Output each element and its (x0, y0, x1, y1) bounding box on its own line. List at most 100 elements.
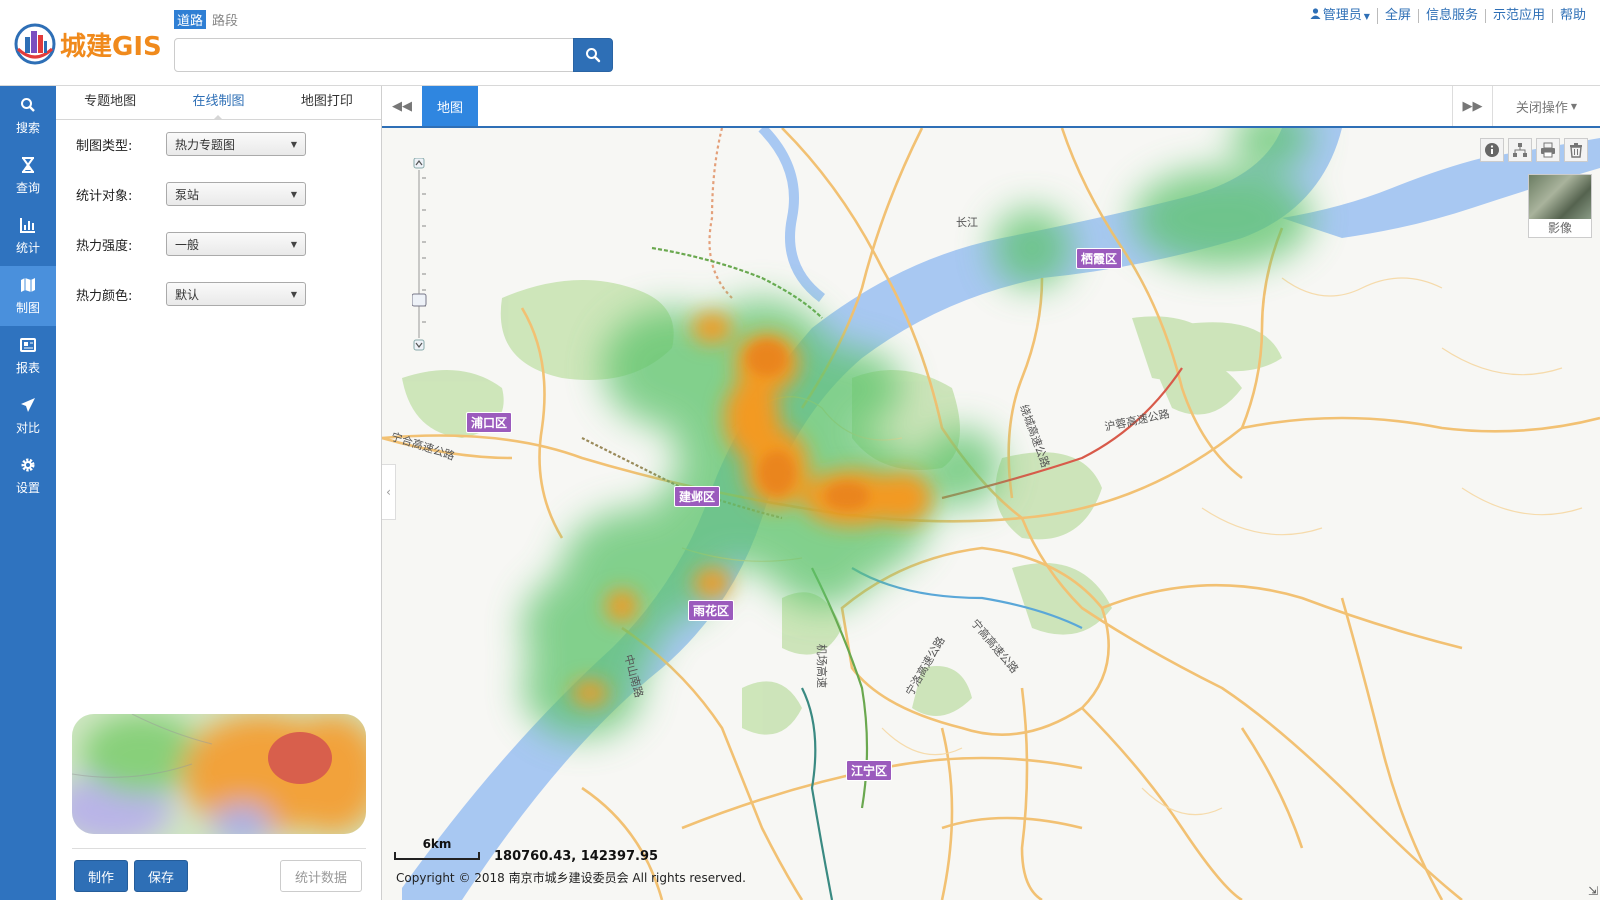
top-links: 管理员 ▼ 全屏 信息服务 示范应用 帮助 (1303, 8, 1586, 24)
heat-intensity-select[interactable]: 一般 ▼ (166, 232, 306, 256)
close-ops-label: 关闭操作 (1515, 100, 1568, 116)
caret-down-icon: ▼ (1570, 101, 1578, 111)
caret-down-icon: ▼ (290, 189, 297, 199)
nav-settings[interactable]: 设置 (0, 446, 56, 506)
user-icon (1310, 8, 1321, 19)
field-stat-object: 统计对象: 泵站 ▼ (76, 182, 306, 206)
field-label: 热力颜色: (76, 288, 133, 304)
info-icon (1485, 143, 1499, 157)
fullscreen-link[interactable]: 全屏 (1378, 9, 1419, 23)
nav-search[interactable]: 搜索 (0, 86, 56, 146)
save-button[interactable]: 保存 (134, 860, 188, 892)
field-label: 热力强度: (76, 238, 133, 254)
map-view[interactable]: 浦口区 栖霞区 建邺区 雨花区 江宁区 长江 宁合高速公路 沪蓉高速公路 绕城高… (382, 128, 1600, 900)
city-logo-icon (14, 23, 56, 65)
print-tool[interactable] (1536, 138, 1560, 162)
stat-object-select[interactable]: 泵站 ▼ (166, 182, 306, 206)
zoom-slider[interactable] (411, 157, 428, 352)
nav-label: 查询 (15, 181, 40, 195)
tab-map[interactable]: 地图 (422, 86, 478, 126)
cursor-coordinates: 180760.43, 142397.95 (494, 849, 659, 864)
gear-icon (19, 456, 37, 474)
field-map-type: 制图类型: 热力专题图 ▼ (76, 132, 306, 156)
search-icon (19, 96, 37, 114)
map-canvas (382, 128, 1600, 900)
search-input[interactable] (174, 38, 574, 72)
district-label: 建邺区 (674, 486, 721, 507)
district-label: 江宁区 (846, 760, 893, 781)
info-service-link[interactable]: 信息服务 (1419, 9, 1486, 23)
hourglass-icon (19, 156, 37, 174)
caret-down-icon: ▼ (290, 289, 297, 299)
send-icon (19, 396, 37, 414)
field-label: 统计对象: (76, 188, 133, 204)
nav-label: 搜索 (15, 121, 40, 135)
basemap-switch[interactable]: 影像 (1528, 174, 1592, 238)
identify-tool[interactable] (1480, 138, 1504, 162)
nav-mapping[interactable]: 制图 (0, 266, 56, 326)
printer-icon (1541, 142, 1555, 158)
select-value: 默认 (175, 287, 200, 302)
map-icon (19, 276, 37, 294)
satellite-thumbnail (1529, 175, 1591, 219)
demo-app-link[interactable]: 示范应用 (1486, 9, 1553, 23)
nav-statistics[interactable]: 统计 (0, 206, 56, 266)
scale-label: 6km (422, 837, 452, 851)
search-button[interactable] (573, 38, 613, 72)
user-menu[interactable]: 管理员 ▼ (1303, 8, 1378, 24)
district-label: 栖霞区 (1076, 248, 1123, 269)
nav-label: 制图 (15, 301, 40, 315)
tab-thematic-map[interactable]: 专题地图 (56, 86, 164, 119)
search-type-segment[interactable]: 路段 (212, 10, 238, 29)
field-label: 制图类型: (76, 138, 133, 154)
heatmap-color-preview (72, 714, 366, 834)
search-type-road[interactable]: 道路 (174, 10, 207, 29)
map-type-select[interactable]: 热力专题图 ▼ (166, 132, 306, 156)
map-toolbar (1480, 138, 1588, 162)
sitemap-icon (1513, 143, 1527, 157)
select-value: 泵站 (175, 187, 200, 202)
double-left-icon: ◀◀ (392, 98, 412, 114)
nav-label: 报表 (15, 361, 40, 375)
tab-online-mapping[interactable]: 在线制图 (164, 86, 272, 120)
make-button[interactable]: 制作 (74, 860, 128, 892)
left-nav: 搜索 查询 统计 制图 报表 对比 设置 (0, 86, 56, 900)
chevron-left-icon: ‹ (386, 485, 391, 499)
caret-down-icon: ▼ (290, 239, 297, 249)
nav-report[interactable]: 报表 (0, 326, 56, 386)
user-name: 管理员 (1322, 8, 1362, 23)
app-logo: 城建GIS (14, 22, 164, 66)
nav-label: 对比 (15, 421, 40, 435)
nav-compare[interactable]: 对比 (0, 386, 56, 446)
help-link[interactable]: 帮助 (1553, 9, 1586, 23)
heat-color-select[interactable]: 默认 ▼ (166, 282, 306, 306)
select-value: 热力专题图 (175, 137, 236, 152)
logo-text: 城建GIS (60, 31, 162, 62)
collapse-panel-handle[interactable]: ‹ (382, 464, 396, 520)
nav-label: 统计 (15, 241, 40, 255)
caret-down-icon: ▼ (1363, 12, 1370, 21)
map-tab-bar: ◀◀ 地图 ▶▶ 关闭操作 ▼ (382, 86, 1600, 128)
district-label: 雨花区 (688, 600, 735, 621)
nav-label: 设置 (15, 481, 40, 495)
newspaper-icon (19, 336, 37, 354)
close-operations-menu[interactable]: 关闭操作 ▼ (1492, 86, 1600, 126)
tab-map-print[interactable]: 地图打印 (273, 86, 381, 119)
clear-tool[interactable] (1564, 138, 1588, 162)
nav-query[interactable]: 查询 (0, 146, 56, 206)
field-heat-intensity: 热力强度: 一般 ▼ (76, 232, 306, 256)
road-label: 机场高速 (815, 644, 828, 688)
tab-scroll-left-button[interactable]: ◀◀ (382, 86, 422, 126)
caret-down-icon: ▼ (290, 139, 297, 149)
bar-chart-icon (19, 216, 37, 234)
resize-corner-icon[interactable]: ⇲ (1588, 884, 1598, 898)
search-type-switch: 道路 路段 (174, 10, 238, 29)
stats-data-button[interactable]: 统计数据 (280, 860, 362, 892)
measure-tool[interactable] (1508, 138, 1532, 162)
basemap-label: 影像 (1547, 221, 1572, 235)
district-label: 浦口区 (466, 412, 513, 433)
app-header: 城建GIS 道路 路段 管理员 ▼ 全屏 信息服务 示范应用 帮助 (0, 0, 1600, 86)
tab-scroll-right-button[interactable]: ▶▶ (1452, 86, 1492, 126)
copyright-text: Copyright © 2018 南京市城乡建设委员会 All rights r… (396, 871, 746, 885)
panel-divider (72, 848, 366, 849)
